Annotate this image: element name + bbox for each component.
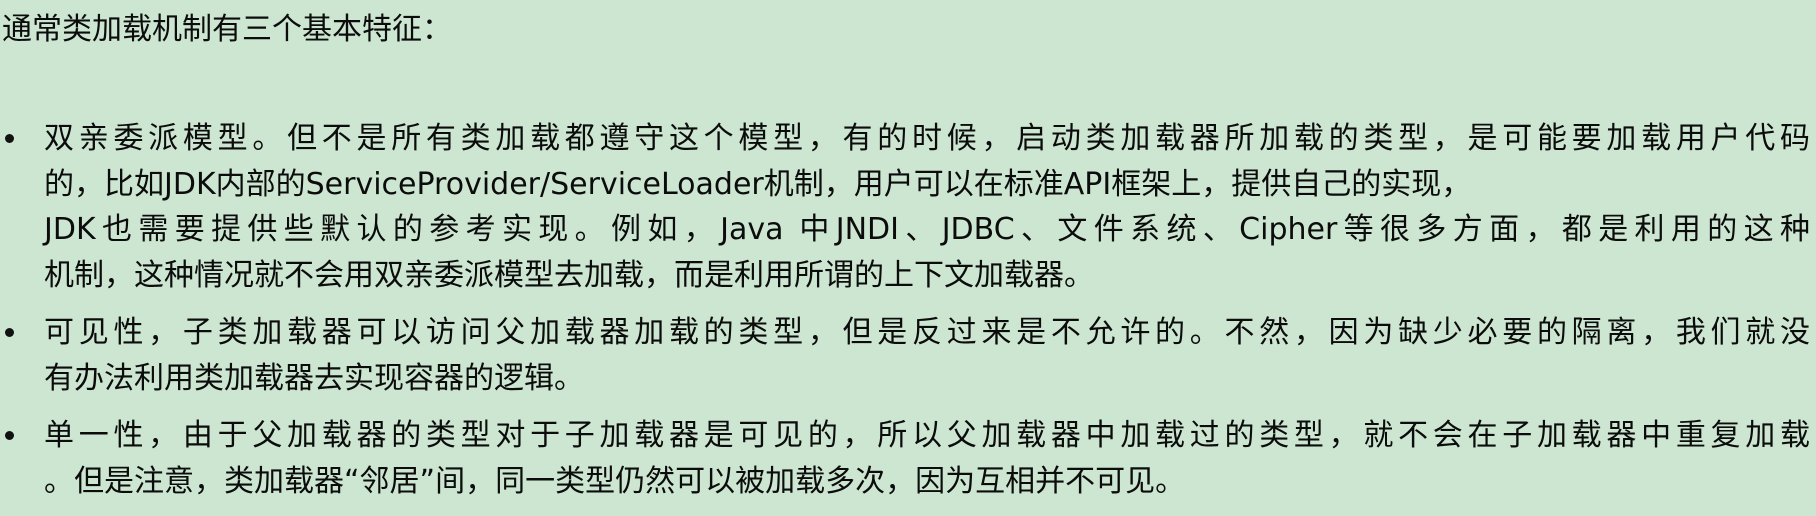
feature-line: 单一性，由于父加载器的类型对于子加载器是可见的，所以父加载器中加载过的类型，就不… (44, 418, 1810, 453)
feature-line: 可见性，子类加载器可以访问父加载器加载的类型，但是反过来是不允许的。不然，因为缺… (44, 315, 1810, 350)
feature-item-parent-delegation: 双亲委派模型。但不是所有类加载都遵守这个模型，有的时候，启动类加载器所加载的类型… (0, 116, 1816, 298)
feature-line: 的，比如JDK内部的ServiceProvider/ServiceLoader机… (44, 166, 1472, 202)
bullet-icon (2, 310, 16, 355)
feature-line: 双亲委派模型。但不是所有类加载都遵守这个模型，有的时候，启动类加载器所加载的类型… (44, 121, 1810, 156)
intro-text: 通常类加载机制有三个基本特征： (2, 12, 452, 47)
feature-list: 双亲委派模型。但不是所有类加载都遵守这个模型，有的时候，启动类加载器所加载的类型… (0, 116, 1816, 516)
bullet-icon (2, 116, 16, 161)
document-page: 通常类加载机制有三个基本特征： 双亲委派模型。但不是所有类加载都遵守这个模型，有… (0, 0, 1816, 514)
feature-line: JDK也需要提供些默认的参考实现。例如，Java 中JNDI、JDBC、文件系统… (44, 212, 1810, 247)
feature-line: 有办法利用类加载器去实现容器的逻辑。 (44, 360, 584, 396)
feature-line: 机制，这种情况就不会用双亲委派模型去加载，而是利用所谓的上下文加载器。 (44, 257, 1094, 293)
feature-line: 。但是注意，类加载器“邻居”间，同一类型仍然可以被加载多次，因为互相并不可见。 (44, 463, 1186, 499)
bullet-icon (2, 413, 16, 458)
feature-item-uniqueness: 单一性，由于父加载器的类型对于子加载器是可见的，所以父加载器中加载过的类型，就不… (0, 413, 1816, 504)
feature-item-visibility: 可见性，子类加载器可以访问父加载器加载的类型，但是反过来是不允许的。不然，因为缺… (0, 310, 1816, 401)
